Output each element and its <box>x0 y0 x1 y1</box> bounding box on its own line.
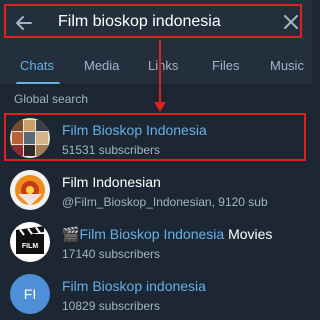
tab-media[interactable]: Media <box>84 58 119 73</box>
divider <box>0 84 312 85</box>
list-item[interactable]: Film Indonesian @Film_Bioskop_Indonesian… <box>0 166 312 216</box>
avatar-initials: FI <box>23 286 37 302</box>
result-title: Film Bioskop indonesia <box>62 278 206 294</box>
tab-links[interactable]: Links <box>148 58 178 73</box>
tab-chats[interactable]: Chats <box>20 58 54 73</box>
result-title: 🎬Film Bioskop Indonesia Movies <box>62 226 273 242</box>
tab-bar: Chats Media Links Files Music <box>0 46 312 84</box>
search-input[interactable]: Film bioskop indonesia <box>58 13 221 31</box>
result-subtitle: 10829 subscribers <box>62 299 161 313</box>
result-subtitle: 17140 subscribers <box>62 247 161 261</box>
section-label: Global search <box>14 92 89 106</box>
result-subtitle: @Film_Bioskop_Indonesian, 9120 sub <box>62 195 268 209</box>
svg-text:FILM: FILM <box>22 243 38 250</box>
tab-files[interactable]: Files <box>212 58 239 73</box>
film-reel-avatar <box>10 170 50 210</box>
tab-music[interactable]: Music <box>270 58 304 73</box>
list-item[interactable]: FI Film Bioskop indonesia 10829 subscrib… <box>0 270 312 320</box>
initials-avatar: FI <box>10 274 50 314</box>
search-bar: Film bioskop indonesia <box>0 0 312 46</box>
clear-icon[interactable] <box>284 15 298 29</box>
result-annotation-box <box>4 113 306 161</box>
result-title: Film Indonesian <box>62 174 161 190</box>
clapperboard-avatar: FILM <box>10 222 50 262</box>
list-item[interactable]: FILM 🎬Film Bioskop Indonesia Movies 1714… <box>0 218 312 268</box>
